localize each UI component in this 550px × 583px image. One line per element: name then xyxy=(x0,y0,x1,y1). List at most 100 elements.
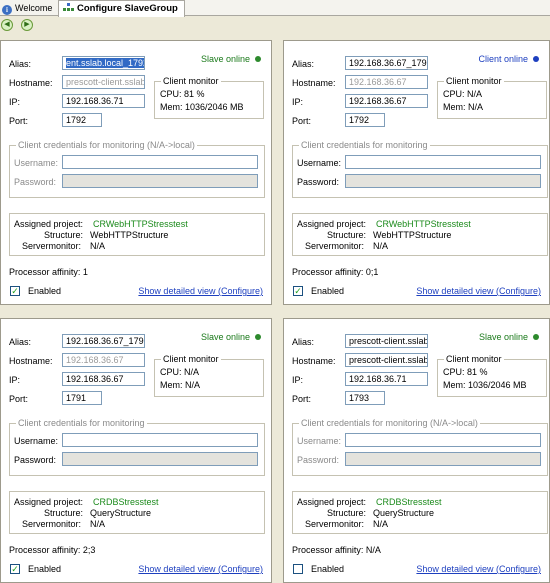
password-input[interactable] xyxy=(62,174,258,188)
cpu-value: CPU: N/A xyxy=(443,89,483,99)
password-input[interactable] xyxy=(345,174,541,188)
port-input[interactable]: 1792 xyxy=(345,113,385,127)
servermonitor-value: N/A xyxy=(90,241,106,251)
servermonitor-value: N/A xyxy=(373,519,389,529)
port-label: Port: xyxy=(9,394,29,404)
username-input[interactable] xyxy=(345,155,541,169)
password-input[interactable] xyxy=(345,452,541,466)
username-input[interactable] xyxy=(62,155,258,169)
username-label: Username: xyxy=(297,158,342,168)
port-input[interactable]: 1791 xyxy=(62,391,102,405)
servermonitor-label: Servermonitor: xyxy=(22,519,82,529)
structure-value: QueryStructure xyxy=(373,508,435,518)
servermonitor-value: N/A xyxy=(373,241,389,251)
mem-value: Mem: N/A xyxy=(160,380,201,390)
project-group: Assigned project: CRWebHTTPStresstest St… xyxy=(9,213,265,256)
ip-input[interactable]: 192.168.36.71 xyxy=(62,94,145,108)
status-indicator-icon xyxy=(255,56,261,62)
assigned-project-value: CRDBStresstest xyxy=(376,497,442,507)
password-label: Password: xyxy=(14,177,57,187)
servermonitor-label: Servermonitor: xyxy=(305,241,365,251)
client-monitor-group: Client monitor CPU: N/A Mem: N/A xyxy=(437,76,547,119)
structure-value: WebHTTPStructure xyxy=(373,230,452,240)
structure-value: WebHTTPStructure xyxy=(90,230,169,240)
credentials-group: Client credentials for monitoring Userna… xyxy=(9,418,265,476)
mem-value: Mem: N/A xyxy=(443,102,484,112)
username-input[interactable] xyxy=(62,433,258,447)
structure-label: Structure: xyxy=(44,508,84,518)
ip-label: IP: xyxy=(9,97,21,107)
port-input[interactable]: 1793 xyxy=(345,391,385,405)
password-input[interactable] xyxy=(62,452,258,466)
ip-input[interactable]: 192.168.36.67 xyxy=(62,372,145,386)
slave-panel-4: Alias: prescott-client.sslab Slave onlin… xyxy=(283,318,550,583)
hostname-input[interactable]: 192.168.36.67 xyxy=(62,353,145,367)
status-indicator-icon xyxy=(533,334,539,340)
port-label: Port: xyxy=(292,394,312,404)
slave-panel-1: Alias: ent.sslab.local_1792 Slave online… xyxy=(0,40,272,305)
alias-input[interactable]: 192.168.36.67_179 xyxy=(62,334,145,348)
show-detailed-view-link[interactable]: Show detailed view (Configure) xyxy=(138,286,263,296)
port-input[interactable]: 1792 xyxy=(62,113,102,127)
project-group: Assigned project: CRDBStresstest Structu… xyxy=(292,491,548,534)
enabled-label: Enabled xyxy=(311,286,345,296)
cpu-value: CPU: N/A xyxy=(160,367,200,377)
username-label: Username: xyxy=(14,436,59,446)
ip-input[interactable]: 192.168.36.67 xyxy=(345,94,428,108)
processor-affinity: Processor affinity: N/A xyxy=(292,545,381,555)
back-button[interactable]: ◀ xyxy=(1,19,13,31)
online-status: Slave online xyxy=(201,54,261,64)
servermonitor-label: Servermonitor: xyxy=(305,519,365,529)
hostname-input[interactable]: prescott-client.sslab xyxy=(345,353,428,367)
hostname-input[interactable]: 192.168.36.67 xyxy=(345,75,428,89)
credentials-title: Client credentials for monitoring xyxy=(299,140,430,151)
cpu-value: CPU: 81 % xyxy=(443,367,488,377)
slave-panel-2: Alias: 192.168.36.67_179 Client online H… xyxy=(283,40,550,305)
ip-input[interactable]: 192.168.36.71 xyxy=(345,372,428,386)
tab-configure-slavegroup[interactable]: Configure SlaveGroup xyxy=(58,0,185,17)
client-monitor-group: Client monitor CPU: N/A Mem: N/A xyxy=(154,354,264,397)
alias-input[interactable]: ent.sslab.local_1792 xyxy=(62,56,145,70)
slavegroup-icon xyxy=(63,3,74,11)
username-label: Username: xyxy=(14,158,59,168)
alias-label: Alias: xyxy=(292,337,315,347)
hostname-label: Hostname: xyxy=(9,78,53,88)
assigned-project-value: CRWebHTTPStresstest xyxy=(93,219,188,229)
hostname-label: Hostname: xyxy=(9,356,53,366)
project-group: Assigned project: CRDBStresstest Structu… xyxy=(9,491,265,534)
alias-label: Alias: xyxy=(9,337,32,347)
enabled-checkbox[interactable]: ✓ xyxy=(10,286,20,296)
alias-label: Alias: xyxy=(9,59,32,69)
tab-welcome[interactable]: i Welcome xyxy=(2,0,52,16)
structure-value: QueryStructure xyxy=(90,508,152,518)
ip-label: IP: xyxy=(9,375,21,385)
client-monitor-title: Client monitor xyxy=(444,354,504,365)
assigned-project-label: Assigned project: xyxy=(297,219,367,229)
online-status: Slave online xyxy=(479,332,539,342)
password-label: Password: xyxy=(297,455,340,465)
alias-input[interactable]: 192.168.36.67_179 xyxy=(345,56,428,70)
tab-welcome-label: Welcome xyxy=(15,3,53,13)
processor-affinity: Processor affinity: 1 xyxy=(9,267,88,277)
servermonitor-value: N/A xyxy=(90,519,106,529)
forward-button[interactable]: ▶ xyxy=(21,19,33,31)
ip-label: IP: xyxy=(292,375,304,385)
password-label: Password: xyxy=(297,177,340,187)
show-detailed-view-link[interactable]: Show detailed view (Configure) xyxy=(416,286,541,296)
credentials-title: Client credentials for monitoring (N/A->… xyxy=(299,418,480,429)
structure-label: Structure: xyxy=(327,508,367,518)
port-label: Port: xyxy=(9,116,29,126)
client-monitor-title: Client monitor xyxy=(161,354,221,365)
assigned-project-value: CRWebHTTPStresstest xyxy=(376,219,471,229)
alias-input[interactable]: prescott-client.sslab xyxy=(345,334,428,348)
hostname-input[interactable]: prescott-client.sslab xyxy=(62,75,145,89)
username-input[interactable] xyxy=(345,433,541,447)
credentials-group: Client credentials for monitoring (N/A->… xyxy=(9,140,265,198)
ip-label: IP: xyxy=(292,97,304,107)
arrow-right-icon: ▶ xyxy=(24,21,30,28)
credentials-group: Client credentials for monitoring Userna… xyxy=(292,140,548,198)
enabled-checkbox[interactable]: ✓ xyxy=(293,286,303,296)
client-monitor-group: Client monitor CPU: 81 % Mem: 1036/2046 … xyxy=(154,76,264,119)
online-status: Client online xyxy=(478,54,539,64)
servermonitor-label: Servermonitor: xyxy=(22,241,82,251)
